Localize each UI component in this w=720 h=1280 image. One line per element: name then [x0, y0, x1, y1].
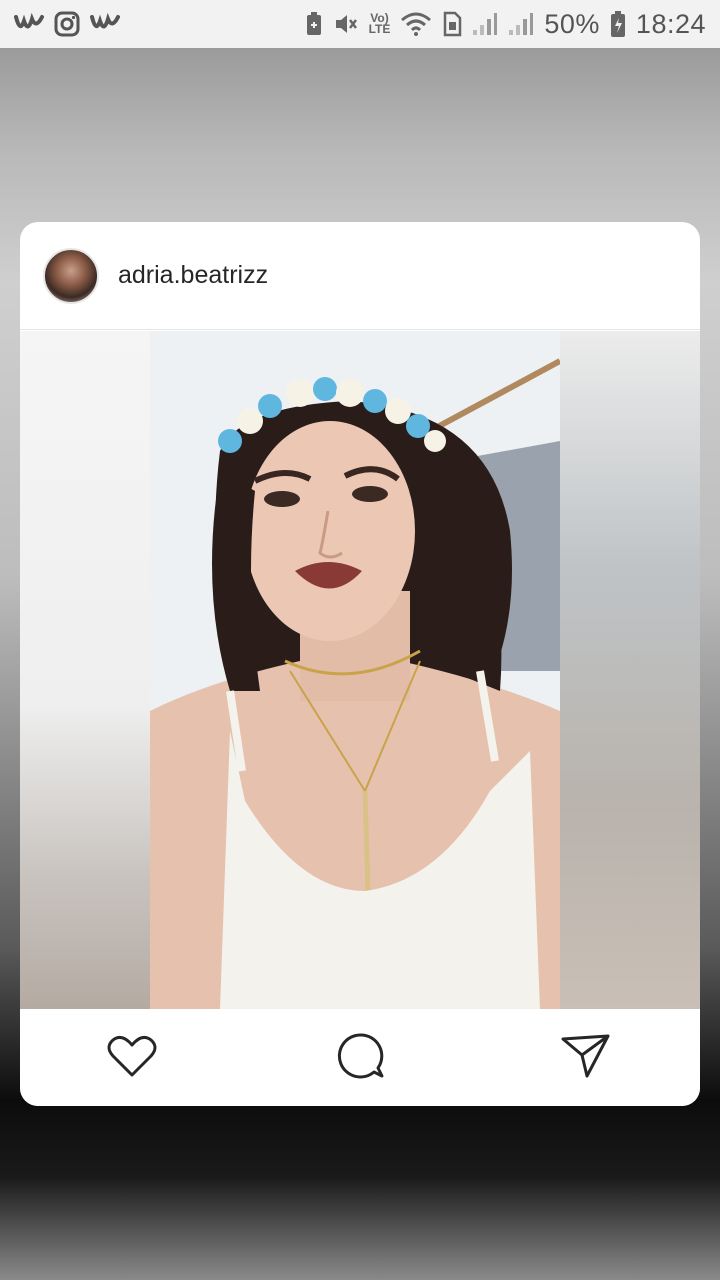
- battery-saver-icon: [305, 11, 323, 37]
- photo-blur-right: [560, 331, 700, 1009]
- comment-button[interactable]: [334, 1032, 386, 1084]
- battery-percent: 50%: [544, 8, 600, 39]
- comment-icon: [336, 1032, 384, 1085]
- post-card: adria.beatrizz: [20, 222, 700, 1106]
- signal-icon: [508, 12, 534, 36]
- send-icon: [561, 1033, 611, 1084]
- instagram-icon: [54, 11, 80, 37]
- profile-avatar[interactable]: [43, 247, 99, 304]
- status-bar-right: Vo) LTE 50% 18:24: [305, 9, 706, 40]
- post-header: adria.beatrizz: [20, 222, 700, 330]
- post-photo-illustration: [150, 331, 560, 1009]
- clock: 18:24: [635, 8, 706, 39]
- volte-bottom-label: LTE: [368, 22, 391, 36]
- post-photo[interactable]: [150, 331, 560, 1009]
- volte-icon: Vo) LTE: [368, 12, 391, 36]
- mute-icon: [333, 11, 359, 37]
- status-bar-left: [14, 11, 120, 37]
- wifi-icon: [400, 11, 432, 37]
- photo-blur-left: [20, 331, 150, 1009]
- share-button[interactable]: [560, 1032, 612, 1084]
- heart-icon: [107, 1033, 157, 1084]
- post-actions: [20, 1010, 700, 1106]
- post-photo-area: [20, 331, 700, 1009]
- username[interactable]: adria.beatrizz: [118, 261, 268, 290]
- sim-icon: [442, 11, 462, 37]
- signal-icon: [472, 12, 498, 36]
- battery-icon: [610, 10, 626, 38]
- wish-icon: [90, 13, 120, 35]
- status-bar: Vo) LTE 50% 18:24: [0, 0, 720, 48]
- like-button[interactable]: [106, 1032, 158, 1084]
- wish-icon: [14, 13, 44, 35]
